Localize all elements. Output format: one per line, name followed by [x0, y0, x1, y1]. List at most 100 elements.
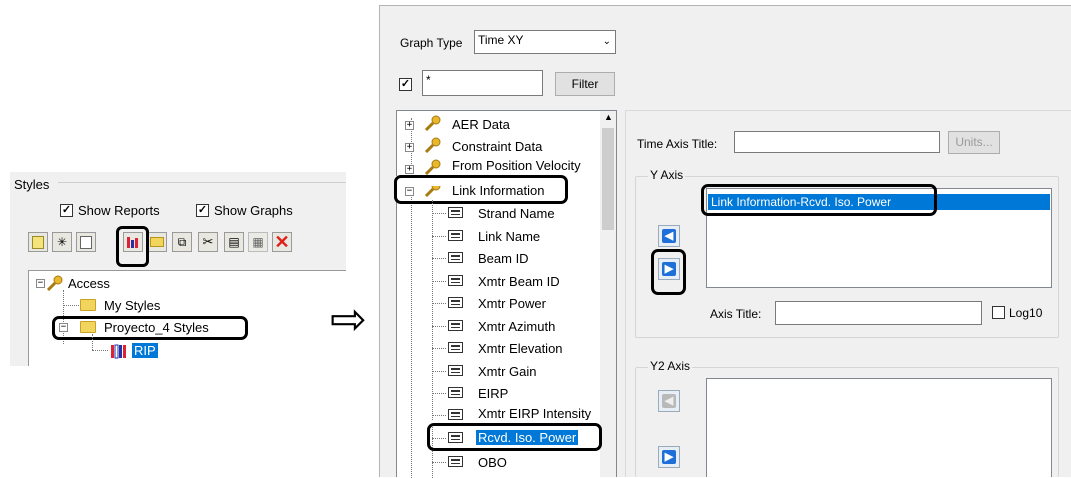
- data-field-icon: [448, 207, 463, 218]
- data-field-icon: [448, 342, 463, 353]
- data-field-icon: [448, 409, 463, 420]
- data-field-icon: [448, 297, 463, 308]
- tree-scrollbar-thumb[interactable]: [602, 128, 614, 230]
- key-icon: [424, 159, 441, 175]
- key-icon: [46, 275, 63, 291]
- tree-item-eirp[interactable]: EIRP: [478, 386, 508, 401]
- tree-item-my-styles[interactable]: My Styles: [104, 298, 160, 313]
- tree-item-xmtr-beam-id[interactable]: Xmtr Beam ID: [478, 274, 560, 289]
- tree-item-constraint-data[interactable]: Constraint Data: [452, 139, 542, 154]
- y2-axis-listbox[interactable]: [706, 378, 1052, 477]
- tree-line: [432, 348, 446, 349]
- position-expand-toggle[interactable]: +: [405, 165, 414, 174]
- show-reports-label: Show Reports: [78, 203, 160, 218]
- new-graph-icon[interactable]: [76, 232, 96, 252]
- tree-line: [432, 258, 446, 259]
- tree-item-xmtr-power[interactable]: Xmtr Power: [478, 296, 546, 311]
- proyecto-highlight: [52, 316, 248, 340]
- tree-item-link-name[interactable]: Link Name: [478, 229, 540, 244]
- data-field-icon: [448, 230, 463, 241]
- tree-item-obo[interactable]: OBO: [478, 455, 507, 470]
- log10-label: Log10: [1009, 306, 1043, 320]
- y-axis-entry-highlight: [701, 184, 937, 216]
- tree-line: [432, 415, 446, 416]
- tree-line: [432, 326, 446, 327]
- access-collapse-toggle[interactable]: −: [36, 279, 45, 288]
- properties-icon[interactable]: ▦: [248, 232, 268, 252]
- y-axis-title-input[interactable]: [775, 301, 982, 325]
- y2-axis-group-label: Y2 Axis: [648, 359, 693, 373]
- folder-icon: [80, 299, 96, 311]
- tree-item-access[interactable]: Access: [68, 276, 110, 291]
- tree-line: [432, 393, 446, 394]
- tree-item-xmtr-gain[interactable]: Xmtr Gain: [478, 364, 537, 379]
- filter-input[interactable]: *: [422, 70, 543, 96]
- key-icon: [424, 115, 441, 131]
- graph-style-icon: [111, 344, 126, 359]
- show-reports-checkbox[interactable]: ✓: [60, 204, 73, 217]
- tree-line: [92, 350, 108, 351]
- graph-type-label: Graph Type: [400, 36, 463, 50]
- show-graphs-label: Show Graphs: [214, 203, 293, 218]
- tree-item-xmtr-elevation[interactable]: Xmtr Elevation: [478, 341, 563, 356]
- open-folder-icon[interactable]: [147, 232, 167, 252]
- left-arrow-icon: ◀: [662, 229, 676, 243]
- copy-icon[interactable]: ⧉: [172, 232, 192, 252]
- chevron-down-icon: ⌄: [602, 36, 611, 47]
- data-field-icon: [448, 275, 463, 286]
- tree-item-aer-data[interactable]: AER Data: [452, 117, 510, 132]
- new-style-icon[interactable]: ✳: [52, 232, 72, 252]
- scroll-up-icon[interactable]: ▲: [604, 112, 613, 122]
- right-arrow-icon: ⇨: [330, 295, 367, 344]
- right-arrow-icon: ▶: [662, 450, 676, 464]
- time-axis-title-label: Time Axis Title:: [637, 137, 718, 151]
- tree-line: [432, 303, 446, 304]
- tree-item-xmtr-eirp-intensity[interactable]: Xmtr EIRP Intensity: [478, 406, 591, 421]
- data-field-icon: [448, 456, 463, 467]
- data-field-icon: [448, 320, 463, 331]
- tree-line: [432, 213, 446, 214]
- paste-icon[interactable]: ▤: [224, 232, 244, 252]
- log10-checkbox[interactable]: [992, 306, 1005, 319]
- data-field-icon: [448, 365, 463, 376]
- new-report-icon[interactable]: [28, 232, 48, 252]
- tree-item-from-position-velocity[interactable]: From Position Velocity: [452, 158, 581, 173]
- tree-line: [63, 305, 79, 306]
- styles-divider: [58, 182, 346, 183]
- tree-line: [432, 281, 446, 282]
- y-axis-group-label: Y Axis: [648, 168, 686, 182]
- delete-icon[interactable]: ✕: [272, 232, 292, 252]
- add-to-y2-axis-button[interactable]: ▶: [658, 446, 680, 468]
- styles-title: Styles: [14, 177, 50, 192]
- tree-line: [92, 334, 93, 350]
- units-button[interactable]: Units...: [948, 131, 1000, 154]
- data-field-icon: [448, 387, 463, 398]
- key-icon: [424, 137, 441, 153]
- tree-line: [432, 236, 446, 237]
- y-axis-title-label: Axis Title:: [710, 307, 762, 321]
- tree-line: [432, 371, 446, 372]
- filter-input-value: *: [426, 73, 431, 87]
- graph-type-value: Time XY: [478, 33, 524, 47]
- tree-item-strand-name[interactable]: Strand Name: [478, 206, 555, 221]
- show-graphs-checkbox[interactable]: ✓: [196, 204, 209, 217]
- tree-item-xmtr-azimuth[interactable]: Xmtr Azimuth: [478, 319, 555, 334]
- tree-item-rip[interactable]: RIP: [132, 343, 158, 358]
- aer-expand-toggle[interactable]: +: [405, 121, 414, 130]
- graph-style-highlight: [116, 226, 149, 267]
- remove-from-y-axis-button[interactable]: ◀: [658, 225, 680, 247]
- time-axis-title-input[interactable]: [734, 131, 940, 153]
- left-arrow-icon: ◀: [662, 394, 676, 408]
- cut-icon[interactable]: ✂: [198, 232, 218, 252]
- tree-line: [432, 462, 446, 463]
- graph-type-select[interactable]: Time XY ⌄: [474, 30, 616, 54]
- constraint-expand-toggle[interactable]: +: [405, 143, 414, 152]
- add-button-highlight: [651, 249, 686, 295]
- link-information-highlight: [394, 175, 568, 204]
- data-field-icon: [448, 252, 463, 263]
- remove-from-y2-axis-button[interactable]: ◀: [658, 390, 680, 412]
- filter-checkbox[interactable]: ✓: [399, 78, 412, 91]
- filter-button[interactable]: Filter: [555, 72, 615, 96]
- tree-item-beam-id[interactable]: Beam ID: [478, 251, 529, 266]
- rcvd-iso-power-highlight: [427, 423, 602, 451]
